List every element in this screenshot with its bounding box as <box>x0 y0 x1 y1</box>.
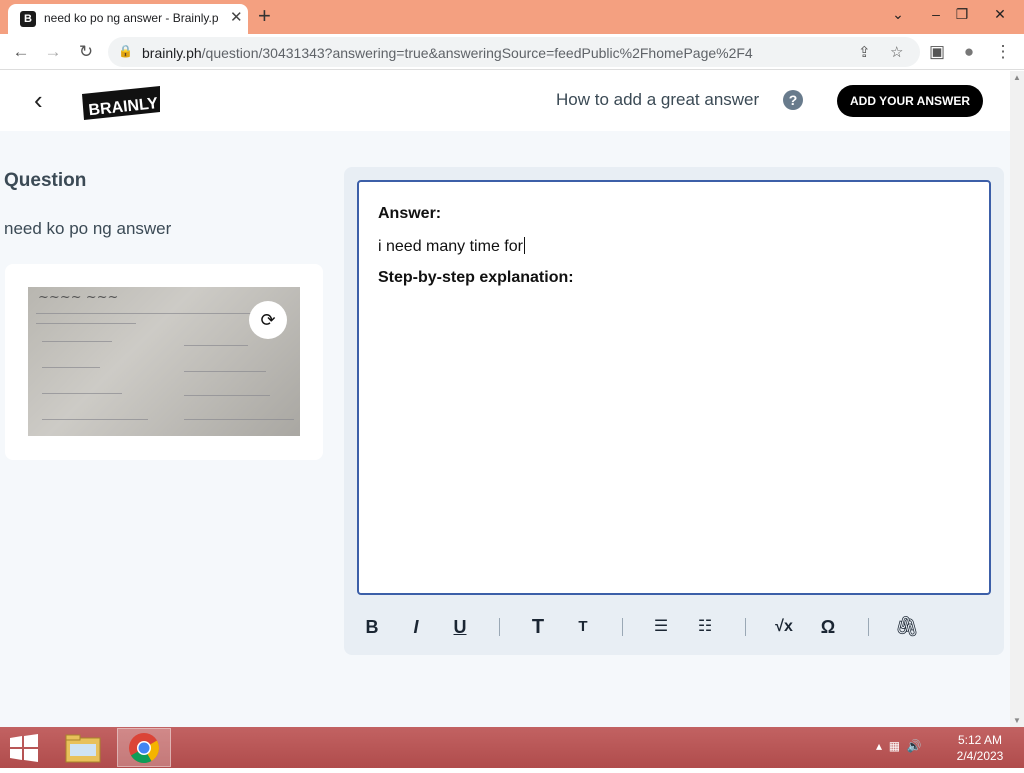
file-explorer-icon[interactable] <box>60 730 106 766</box>
window-close-icon[interactable]: ✕ <box>990 4 1010 24</box>
system-tray-icons[interactable]: ▴ ▦ 🔊 <box>876 739 922 753</box>
clock-time[interactable]: 5:12 AM <box>952 733 1008 747</box>
windows-start-icon[interactable] <box>8 733 40 763</box>
forward-arrow-icon[interactable]: → <box>42 41 64 63</box>
how-to-answer-link[interactable]: How to add a great answer <box>556 90 759 110</box>
tab-close-icon[interactable]: ✕ <box>230 9 243 27</box>
tab-title: need ko po ng answer - Brainly.ph <box>44 11 218 25</box>
chrome-icon <box>129 733 160 764</box>
text-caret <box>523 237 525 254</box>
browser-tabstrip: B need ko po ng answer - Brainly.ph ✕ + … <box>0 0 1024 34</box>
chrome-taskbar-button[interactable] <box>117 728 171 767</box>
attachment-paperclip-icon[interactable]: 🖇 <box>894 615 920 639</box>
formatting-toolbar: B I U T T ☰ ☷ √x Ω 🖇 <box>344 605 1004 649</box>
large-heading-button[interactable]: T <box>525 615 551 639</box>
tab-search-chevron-icon[interactable]: ⌄ <box>888 4 908 24</box>
question-attachment-card: ~~~~ ~~~ ⟳ <box>5 264 323 460</box>
url-text: brainly.ph/question/30431343?answering=t… <box>142 45 753 61</box>
scroll-up-icon[interactable]: ▲ <box>1013 73 1021 82</box>
small-heading-button[interactable]: T <box>570 615 596 639</box>
italic-button[interactable]: I <box>403 615 429 639</box>
bullet-list-icon[interactable]: ☷ <box>692 615 718 639</box>
question-attachment-image[interactable]: ~~~~ ~~~ ⟳ <box>28 287 300 436</box>
answer-editor[interactable]: Answer: i need many time for Step-by-ste… <box>357 180 991 595</box>
clock-date[interactable]: 2/4/2023 <box>952 749 1008 763</box>
bold-button[interactable]: B <box>359 615 385 639</box>
scroll-down-icon[interactable]: ▼ <box>1013 716 1021 725</box>
address-bar[interactable]: 🔒 brainly.ph/question/30431343?answering… <box>108 37 920 67</box>
back-chevron-icon[interactable]: ‹ <box>34 86 43 114</box>
browser-tab[interactable]: B need ko po ng answer - Brainly.ph ✕ <box>8 4 248 34</box>
bookmark-star-icon[interactable]: ☆ <box>890 43 903 61</box>
windows-taskbar: ▴ ▦ 🔊 5:12 AM 2/4/2023 <box>0 727 1024 768</box>
browser-toolbar: ← → ↻ 🔒 brainly.ph/question/30431343?ans… <box>0 34 1024 70</box>
main-content: Question need ko po ng answer ~~~~ ~~~ ⟳… <box>0 131 1010 727</box>
profile-avatar-icon[interactable]: ● <box>958 41 980 63</box>
special-characters-button[interactable]: Ω <box>815 615 841 639</box>
equation-button[interactable]: √x <box>771 615 797 639</box>
step-by-step-label: Step-by-step explanation: <box>378 269 574 286</box>
question-text: need ko po ng answer <box>4 219 172 238</box>
answer-text[interactable]: i need many time for <box>378 237 525 256</box>
minimize-icon[interactable]: – <box>926 4 946 24</box>
new-tab-icon[interactable]: + <box>258 3 271 29</box>
share-icon[interactable]: ⇪ <box>858 43 871 61</box>
side-panel-icon[interactable]: ▣ <box>926 41 948 63</box>
rotate-image-icon[interactable]: ⟳ <box>249 301 287 339</box>
lock-icon: 🔒 <box>118 44 133 58</box>
brainly-header: ‹ BRAINLY How to add a great answer ? AD… <box>0 71 1010 131</box>
answer-editor-panel: Answer: i need many time for Step-by-ste… <box>344 167 1004 655</box>
answer-label: Answer: <box>378 205 442 222</box>
brainly-favicon-icon: B <box>20 11 36 27</box>
numbered-list-icon[interactable]: ☰ <box>648 615 674 639</box>
reload-icon[interactable]: ↻ <box>75 41 97 63</box>
menu-kebab-icon[interactable]: ⋮ <box>992 41 1014 63</box>
handwritten-mark: ~~~~ ~~~ <box>38 290 119 305</box>
brainly-logo[interactable]: BRAINLY <box>80 85 162 121</box>
page-scrollbar[interactable]: ▲ ▼ <box>1010 71 1024 727</box>
back-arrow-icon[interactable]: ← <box>10 41 32 63</box>
add-your-answer-button[interactable]: ADD YOUR ANSWER <box>837 85 983 117</box>
help-icon[interactable]: ? <box>783 90 803 110</box>
question-heading: Question <box>4 170 87 191</box>
maximize-icon[interactable]: ❐ <box>952 4 972 24</box>
underline-button[interactable]: U <box>447 615 473 639</box>
